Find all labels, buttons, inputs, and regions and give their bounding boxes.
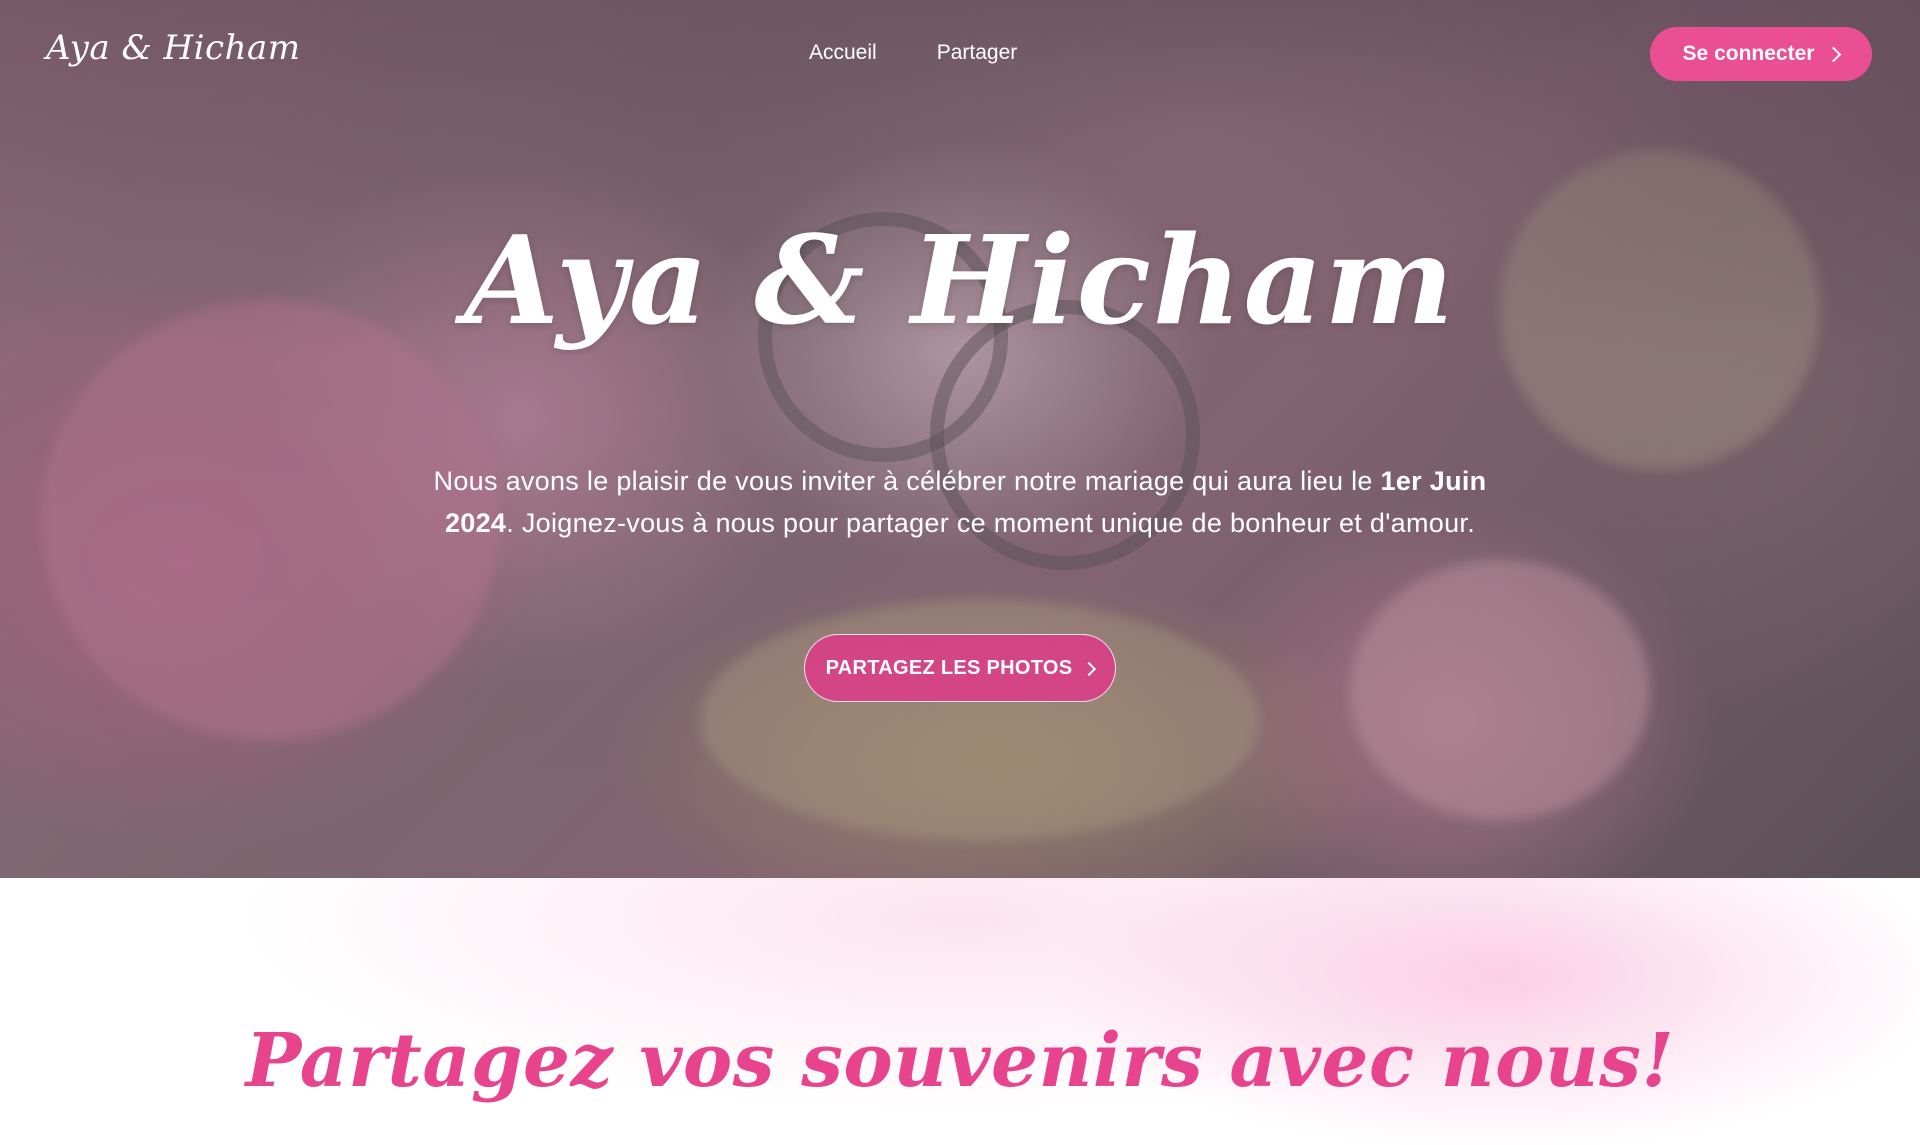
site-logo[interactable]: Aya & Hicham xyxy=(46,28,301,68)
hero-section: Aya & Hicham Accueil Partager Se connect… xyxy=(0,0,1920,878)
chevron-right-icon xyxy=(1826,46,1842,63)
top-navigation: Aya & Hicham Accueil Partager Se connect… xyxy=(0,0,1920,108)
nav-link-partager[interactable]: Partager xyxy=(937,41,1018,65)
share-photos-button[interactable]: PARTAGEZ LES PHOTOS xyxy=(804,634,1116,702)
share-section-title: Partagez vos souvenirs avec nous! xyxy=(245,1018,1675,1104)
chevron-right-icon xyxy=(1082,661,1097,676)
invitation-text-end: . Joignez-vous à nous pour partager ce m… xyxy=(506,508,1476,538)
login-button-label: Se connecter xyxy=(1682,42,1815,65)
nav-links: Accueil Partager xyxy=(809,41,1017,65)
share-photos-button-label: PARTAGEZ LES PHOTOS xyxy=(825,656,1073,679)
hero-invitation-text: Nous avons le plaisir de vous inviter à … xyxy=(420,460,1500,544)
nav-link-accueil[interactable]: Accueil xyxy=(809,41,877,65)
hero-overlay xyxy=(0,0,1920,878)
login-button[interactable]: Se connecter xyxy=(1650,27,1872,81)
share-section: Partagez vos souvenirs avec nous! xyxy=(0,878,1920,1145)
hero-title: Aya & Hicham xyxy=(464,208,1456,352)
invitation-text-start: Nous avons le plaisir de vous inviter à … xyxy=(433,466,1381,496)
